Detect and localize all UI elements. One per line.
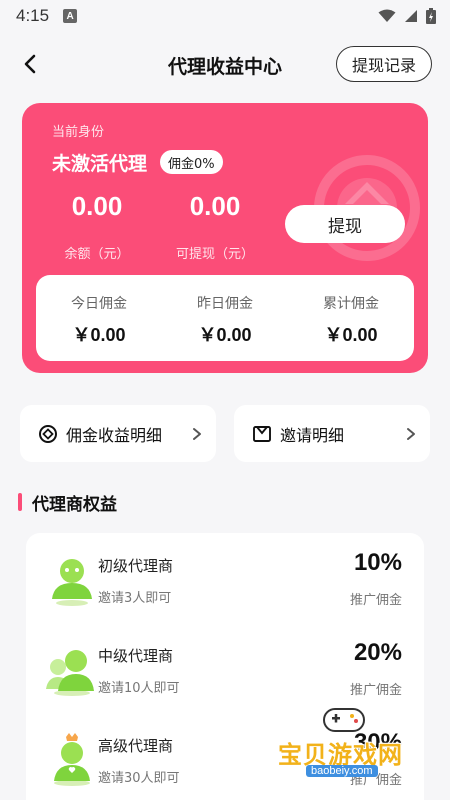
commission-summary: 今日佣金 ￥0.00 昨日佣金 ￥0.00 累计佣金 ￥0.00 — [36, 275, 414, 361]
identity-label: 当前身份 — [52, 125, 105, 140]
earnings-card: 当前身份 未激活代理 佣金0% 0.00 余额（元） 0.00 可提现（元） 提… — [22, 103, 428, 373]
tier-condition: 邀请10人即可 — [98, 681, 180, 696]
agent-group-icon — [46, 650, 94, 696]
tier-rate-label: 推广佣金 — [349, 683, 402, 698]
commission-value: ￥0.00 — [72, 325, 126, 345]
invite-mail-icon — [253, 425, 271, 442]
agent-avatar-icon — [52, 559, 92, 606]
tier-rate-label: 推广佣金 — [349, 593, 402, 608]
tier-rate: 20% — [353, 639, 402, 666]
commission-value: ￥0.00 — [324, 325, 378, 345]
app-header: 代理收益中心 提现记录 — [0, 40, 450, 88]
tier-condition: 邀请30人即可 — [98, 771, 180, 786]
invite-detail-link[interactable]: 邀请明细 — [234, 405, 430, 462]
commission-yesterday: 昨日佣金 ￥0.00 — [162, 275, 288, 361]
section-title: 代理商权益 — [32, 494, 117, 515]
commission-detail-link[interactable]: 佣金收益明细 — [20, 405, 216, 462]
commission-detail-label: 佣金收益明细 — [66, 425, 163, 445]
invite-detail-label: 邀请明细 — [280, 425, 345, 445]
balance-value: 0.00 — [71, 191, 123, 221]
agent-crown-icon — [54, 733, 90, 786]
tier-name: 中级代理商 — [98, 647, 174, 665]
commission-today: 今日佣金 ￥0.00 — [36, 275, 162, 361]
watermark-url: baobeiy.com — [306, 765, 378, 777]
status-bar: 4:15 A — [0, 0, 450, 32]
withdraw-button[interactable]: 提现 — [285, 205, 405, 243]
notification-a-icon: A — [63, 9, 78, 23]
withdrawable-value: 0.00 — [189, 191, 241, 221]
status-time: 4:15 — [16, 6, 50, 25]
commission-detail-icon — [39, 424, 57, 443]
withdrawable-label: 可提现（元） — [175, 247, 254, 262]
gamepad-icon — [323, 708, 365, 732]
commission-label: 今日佣金 — [71, 296, 127, 312]
site-watermark: 宝贝游戏网 baobeiy.com — [278, 703, 423, 783]
tier-condition: 邀请3人即可 — [98, 591, 172, 606]
signal-icon — [405, 10, 417, 22]
commission-rate-badge: 佣金0% — [160, 150, 223, 174]
commission-value: ￥0.00 — [198, 325, 252, 345]
tier-item-junior: 初级代理商 邀请3人即可 10% 推广佣金 — [26, 533, 424, 623]
section-accent-bar — [18, 493, 22, 511]
chevron-right-icon — [407, 427, 415, 440]
tier-rate: 10% — [353, 549, 402, 576]
identity-name: 未激活代理 — [52, 153, 148, 175]
commission-label: 昨日佣金 — [197, 296, 253, 312]
tier-name: 高级代理商 — [98, 737, 174, 755]
tier-item-middle: 中级代理商 邀请10人即可 20% 推广佣金 — [26, 623, 424, 713]
battery-icon — [426, 8, 436, 24]
commission-label: 累计佣金 — [323, 296, 379, 312]
wifi-icon — [378, 9, 396, 22]
status-icons — [378, 8, 436, 24]
withdraw-record-button[interactable]: 提现记录 — [336, 46, 432, 82]
balance-label: 余额（元） — [64, 247, 130, 262]
tier-name: 初级代理商 — [98, 557, 174, 575]
commission-total: 累计佣金 ￥0.00 — [288, 275, 414, 361]
chevron-right-icon — [193, 427, 201, 440]
section-header: 代理商权益 — [18, 490, 117, 515]
